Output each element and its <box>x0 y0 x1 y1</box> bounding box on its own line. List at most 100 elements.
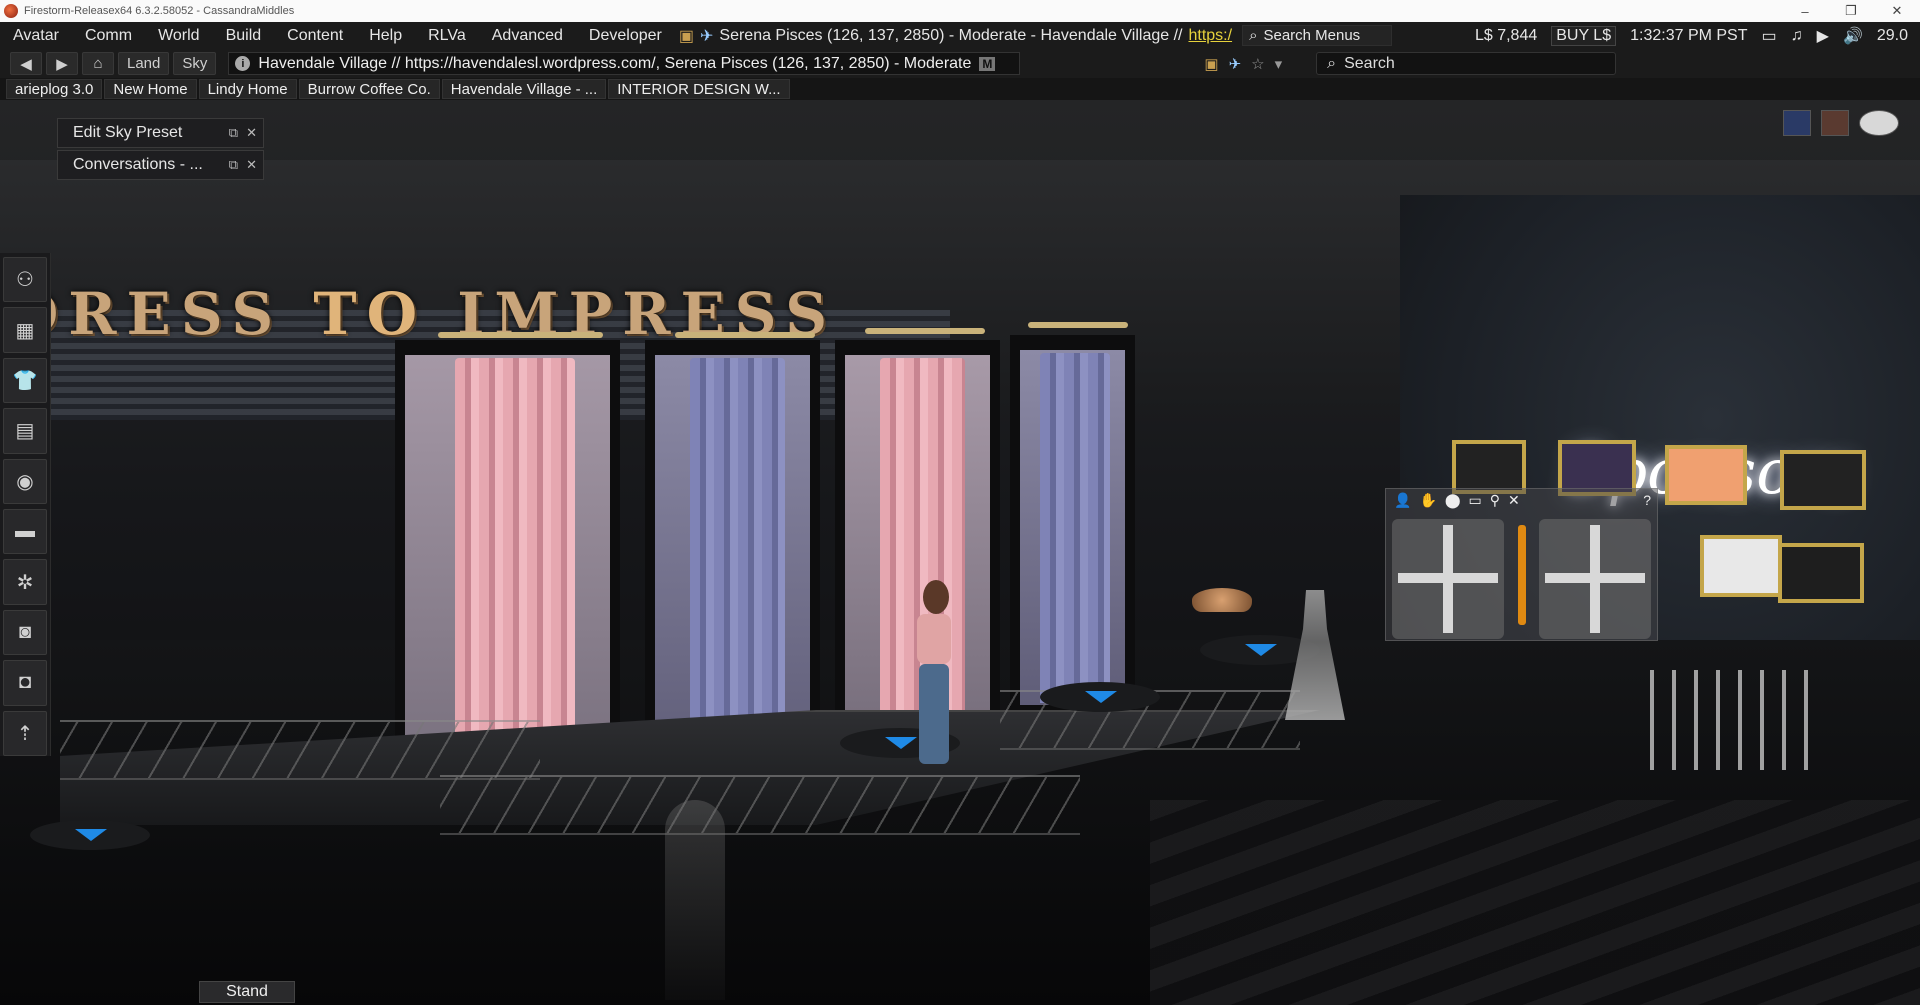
sponsor-frame[interactable] <box>1778 543 1864 603</box>
parcel-url-link[interactable]: https:/ <box>1188 27 1232 45</box>
navigation-bar: ◀ ▶ ⌂ Land Sky i Havendale Village // ht… <box>0 49 1920 78</box>
buy-currency-button[interactable]: BUY L$ <box>1551 25 1617 46</box>
minimize-button[interactable]: – <box>1782 0 1828 22</box>
camera-movement-widget[interactable]: 👤 ✋ ⬤ ▭ ⚲ ✕ ? <box>1385 488 1658 641</box>
land-button[interactable]: Land <box>118 52 170 75</box>
restore-button[interactable]: ❐ <box>1828 0 1874 22</box>
snapshot-icon[interactable]: ◙ <box>3 609 47 656</box>
music-icon[interactable]: ♫ <box>1791 27 1803 45</box>
help-icon[interactable]: ? <box>1643 492 1651 508</box>
menu-avatar[interactable]: Avatar <box>0 27 72 45</box>
pose-marker[interactable] <box>1040 682 1160 712</box>
minimap-icon[interactable] <box>1783 110 1811 136</box>
menu-help[interactable]: Help <box>356 27 415 45</box>
stage-truss <box>60 720 540 780</box>
tear-off-icon[interactable]: ⧉ <box>229 125 238 141</box>
avatar-figure[interactable] <box>905 580 965 790</box>
orbit-joystick[interactable] <box>1392 519 1504 639</box>
menu-comm[interactable]: Comm <box>72 27 145 45</box>
home-button[interactable]: ⌂ <box>82 52 114 75</box>
window-titlebar: Firestorm-Releasex64 6.3.2.58052 - Cassa… <box>0 0 1920 22</box>
close-icon[interactable]: ✕ <box>246 125 257 141</box>
media-icon[interactable]: ▶ <box>1817 26 1829 46</box>
info-icon[interactable]: i <box>235 56 251 71</box>
volume-icon[interactable]: 🔊 <box>1843 26 1863 46</box>
curtain-rod <box>438 332 603 338</box>
menu-world[interactable]: World <box>145 27 213 45</box>
chat-bubble-icon[interactable] <box>1859 110 1899 136</box>
fps-display: 29.0 <box>1876 26 1908 44</box>
firestorm-logo-icon <box>4 4 18 18</box>
favorites-bar: arieplog 3.0 New Home Lindy Home Burrow … <box>0 78 1920 100</box>
dropdown-arrow-icon[interactable]: ▾ <box>1275 55 1283 73</box>
floater-title: Conversations - ... <box>73 156 203 173</box>
people-icon[interactable]: ⚇ <box>3 257 47 303</box>
conversations-floater[interactable]: Conversations - ... ⧉ ✕ <box>57 150 264 180</box>
left-toolbar: ⚇ ▦ 👕 ▤ ◉ ▬ ✲ ◙ ◘ ⇡ <box>0 253 51 757</box>
parcel-info-text: Serena Pisces (126, 137, 2850) - Moderat… <box>719 26 1183 44</box>
parcel-box-icon: ▣ <box>1204 55 1219 73</box>
sponsor-frame[interactable] <box>1700 535 1782 597</box>
curtain-rod <box>675 332 815 338</box>
menu-developer[interactable]: Developer <box>576 27 675 45</box>
favorite-item[interactable]: Lindy Home <box>198 79 297 99</box>
favorite-star-icon[interactable]: ☆ <box>1251 55 1264 73</box>
tear-off-icon[interactable]: ⧉ <box>229 157 238 173</box>
monitor-icon[interactable]: ▭ <box>1762 26 1777 46</box>
parcel-box-icon: ▣ <box>678 27 694 45</box>
camera-controls-icon[interactable]: ▬ <box>3 509 47 555</box>
sponsor-frame[interactable] <box>1665 445 1747 505</box>
appearance-icon[interactable]: 👕 <box>3 357 47 404</box>
menu-bar: Avatar Comm World Build Content Help RLV… <box>0 22 1920 49</box>
search-globe-icon[interactable]: ◉ <box>3 458 47 505</box>
search-icon: ⌕ <box>1327 54 1337 72</box>
stand-button[interactable]: Stand <box>199 981 295 1003</box>
window-title: Firestorm-Releasex64 6.3.2.58052 - Cassa… <box>24 5 295 17</box>
search-icon: ⌕ <box>1249 27 1258 44</box>
map-icon[interactable]: ▦ <box>3 307 47 353</box>
zoom-slider[interactable] <box>1518 525 1526 625</box>
favorite-item[interactable]: INTERIOR DESIGN W... <box>608 79 790 99</box>
favorite-item[interactable]: New Home <box>104 79 197 99</box>
preferences-icon[interactable]: ✲ <box>3 559 47 605</box>
object-view-icon[interactable]: ⬤ <box>1445 492 1461 509</box>
menu-build[interactable]: Build <box>213 27 275 45</box>
favorite-item[interactable]: Burrow Coffee Co. <box>298 79 440 99</box>
bleachers <box>1150 800 1920 1005</box>
snapshot-alt-icon[interactable]: ◘ <box>3 660 47 706</box>
balance-display[interactable]: L$ 7,844 <box>1475 27 1537 45</box>
sponsor-frame[interactable] <box>1452 440 1526 494</box>
menu-rlva[interactable]: RLVa <box>415 27 479 45</box>
edit-sky-preset-floater[interactable]: Edit Sky Preset ⧉ ✕ <box>57 118 264 148</box>
floater-title: Edit Sky Preset <box>73 124 183 141</box>
back-button[interactable]: ◀ <box>10 52 42 75</box>
no-fly-icon: ✈ <box>699 27 714 45</box>
banner-word-2: TO <box>313 280 428 348</box>
hand-view-icon[interactable]: ✋ <box>1419 492 1436 509</box>
forward-button[interactable]: ▶ <box>46 52 78 75</box>
pan-joystick[interactable] <box>1539 519 1651 639</box>
changing-booth <box>1010 335 1135 715</box>
location-input[interactable]: i Havendale Village // https://havendale… <box>228 52 1021 75</box>
favorite-item[interactable]: arieplog 3.0 <box>6 79 103 99</box>
parcel-info[interactable]: ▣ ✈ Serena Pisces (126, 137, 2850) - Mod… <box>679 26 1232 46</box>
avatar-view-icon[interactable]: 👤 <box>1394 492 1411 509</box>
search-field[interactable]: ⌕ Search <box>1316 52 1617 75</box>
favorite-item[interactable]: Havendale Village - ... <box>441 79 607 99</box>
menu-content[interactable]: Content <box>274 27 356 45</box>
lavender-curtain <box>690 358 785 768</box>
sponsor-frame[interactable] <box>1780 450 1866 510</box>
sky-button[interactable]: Sky <box>173 52 217 75</box>
preset-view-icon[interactable]: ▭ <box>1469 492 1482 509</box>
pan-view-icon[interactable]: ⚲ <box>1490 492 1500 509</box>
close-window-button[interactable]: ✕ <box>1874 0 1920 22</box>
move-icon[interactable]: ⇡ <box>3 710 47 757</box>
avatar-profile-icon[interactable] <box>1821 110 1849 136</box>
search-menus-field[interactable]: ⌕ Search Menus <box>1242 25 1393 46</box>
menu-advanced[interactable]: Advanced <box>479 27 576 45</box>
close-icon[interactable]: ✕ <box>1508 492 1520 509</box>
close-icon[interactable]: ✕ <box>246 157 257 173</box>
no-fly-icon: ✈ <box>1228 55 1242 73</box>
pose-marker[interactable] <box>30 820 150 850</box>
inventory-icon[interactable]: ▤ <box>3 408 47 454</box>
